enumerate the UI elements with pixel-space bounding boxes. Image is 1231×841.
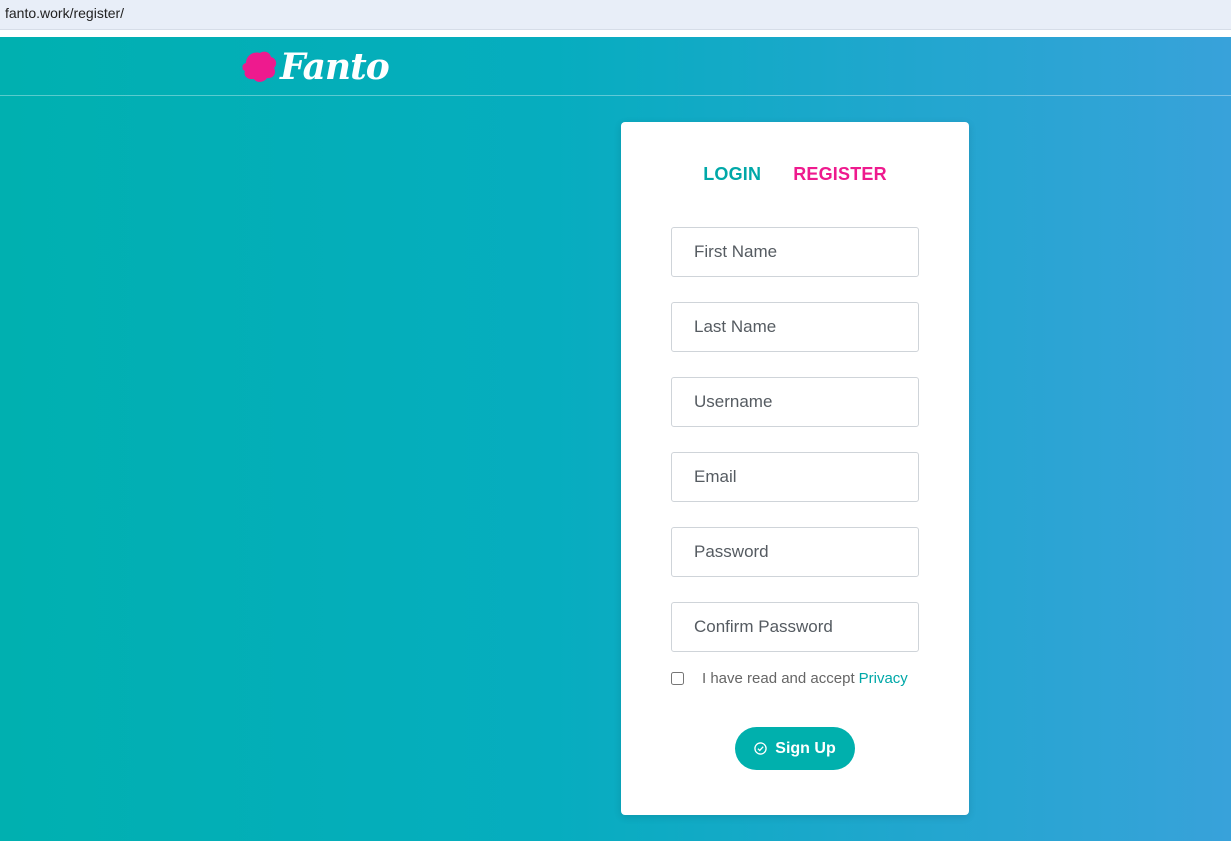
accept-privacy-checkbox[interactable] — [671, 671, 684, 685]
password-input[interactable] — [671, 527, 919, 577]
confirm-password-input[interactable] — [671, 602, 919, 652]
fanto-logo-mark-icon — [242, 51, 277, 82]
auth-tabs: LOGIN REGISTER — [621, 164, 969, 185]
terms-text: I have read and accept — [702, 669, 855, 687]
browser-address-bar[interactable]: fanto.work/register/ — [0, 0, 1231, 30]
first-name-input[interactable] — [671, 227, 919, 277]
check-circle-icon — [754, 742, 768, 755]
privacy-link[interactable]: Privacy — [859, 670, 908, 687]
site-logo[interactable]: Fanto — [240, 46, 390, 88]
terms-row: I have read and accept Privacy — [671, 668, 971, 688]
last-name-input[interactable] — [671, 302, 919, 352]
sign-up-button[interactable]: Sign Up — [735, 727, 855, 770]
tab-login[interactable]: LOGIN — [703, 164, 761, 185]
auth-card: LOGIN REGISTER I have read and accept Pr… — [621, 122, 969, 815]
url-text: fanto.work/register/ — [5, 5, 125, 21]
logo-wordmark: Fanto — [280, 46, 390, 88]
tab-register[interactable]: REGISTER — [793, 164, 887, 185]
sign-up-label: Sign Up — [775, 739, 836, 757]
username-input[interactable] — [671, 377, 919, 427]
site-header: Fanto — [0, 37, 1231, 96]
page-background: Fanto LOGIN REGISTER I have read and acc… — [0, 37, 1231, 841]
email-input[interactable] — [671, 452, 919, 502]
